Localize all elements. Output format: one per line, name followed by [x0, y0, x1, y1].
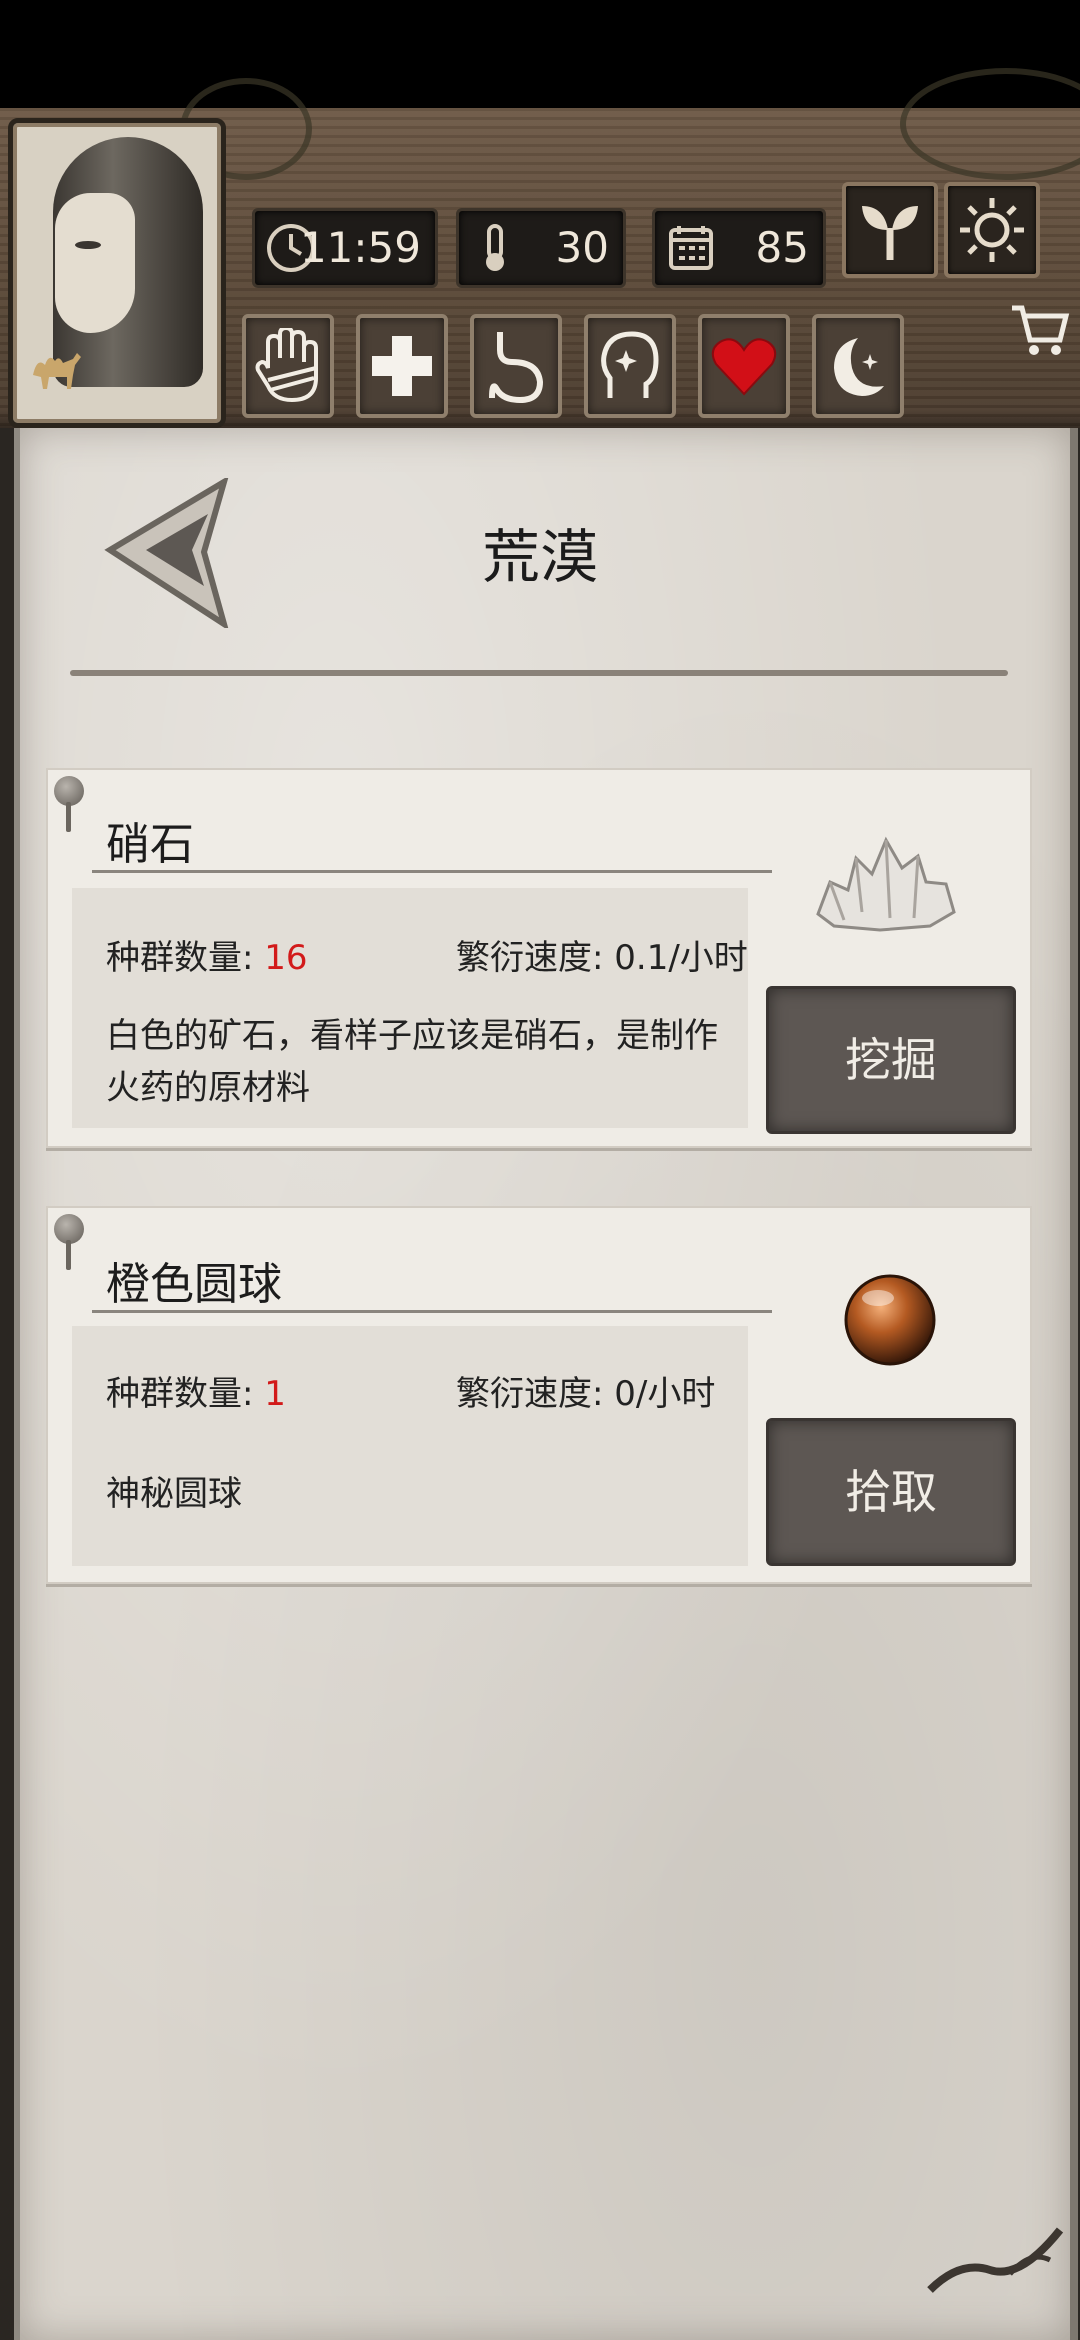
sleep-button[interactable] [812, 314, 904, 418]
head-sparkle-icon [601, 331, 659, 398]
camel-icon [33, 353, 81, 389]
bandaged-hand-icon [255, 328, 318, 403]
title-divider [70, 670, 1008, 676]
heart-icon [711, 338, 777, 396]
mood-button[interactable] [698, 314, 790, 418]
craft-button[interactable] [242, 314, 334, 418]
resource-card-saltpeter: 硝石 种群数量: 16 繁衍速度: 0.1/小时 白色的矿石，看样子应该是硝石，… [46, 768, 1032, 1148]
population-value: 16 [264, 938, 308, 978]
pin-icon [54, 1214, 84, 1270]
population-row: 种群数量: 16 [106, 930, 308, 979]
rate-value: 0.1/小时 [614, 938, 748, 978]
pin-icon [54, 776, 84, 832]
mental-button[interactable] [584, 314, 676, 418]
dig-button[interactable]: 挖掘 [766, 986, 1016, 1134]
temperature-value: 30 [555, 223, 609, 272]
resource-info-box [72, 1326, 748, 1566]
health-button[interactable] [356, 314, 448, 418]
temperature-display: 30 [456, 208, 626, 288]
weather-button[interactable] [944, 182, 1040, 278]
time-value: 11:59 [299, 223, 421, 272]
population-label: 种群数量: [106, 938, 254, 978]
calendar-icon [669, 226, 713, 270]
thermometer-icon [486, 224, 504, 271]
resource-name: 橙色圆球 [106, 1259, 282, 1310]
time-display: 11:59 [252, 208, 438, 288]
day-value: 85 [755, 223, 809, 272]
character-portrait[interactable] [8, 118, 226, 428]
shopping-cart-icon[interactable] [1008, 298, 1072, 362]
rate-value: 0/小时 [614, 1374, 716, 1414]
day-display: 85 [652, 208, 826, 288]
resource-name: 硝石 [106, 819, 194, 870]
rate-label: 繁衍速度: [456, 938, 604, 978]
hunger-button[interactable] [470, 314, 562, 418]
population-row: 种群数量: 1 [106, 1366, 286, 1415]
location-title: 荒漠 [481, 523, 598, 591]
rate-label: 繁衍速度: [456, 1374, 604, 1414]
sprout-icon [862, 206, 918, 260]
plant-button[interactable] [842, 182, 938, 278]
rate-row: 繁衍速度: 0.1/小时 [456, 930, 748, 979]
resource-card-orange-orb: 橙色圆球 种群数量: 1 繁衍速度: 0/小时 神秘圆球 拾取 [46, 1206, 1032, 1584]
resource-description: 神秘圆球 [106, 1474, 242, 1514]
resource-description: 白色的矿石，看样子应该是硝石，是制作火药的原材料 [106, 1016, 718, 1108]
name-underline [92, 870, 772, 873]
medical-cross-icon [372, 336, 432, 396]
moon-star-icon [834, 338, 884, 396]
sun-icon [960, 198, 1024, 262]
stomach-icon [489, 332, 544, 404]
rate-row: 繁衍速度: 0/小时 [456, 1366, 715, 1415]
population-value: 1 [264, 1374, 286, 1414]
population-label: 种群数量: [106, 1374, 254, 1414]
name-underline [92, 1310, 772, 1313]
orange-orb-icon [844, 1274, 936, 1366]
pick-up-button[interactable]: 拾取 [766, 1418, 1016, 1566]
vine-decoration [927, 2227, 1064, 2293]
saltpeter-crystal-icon [816, 836, 956, 932]
